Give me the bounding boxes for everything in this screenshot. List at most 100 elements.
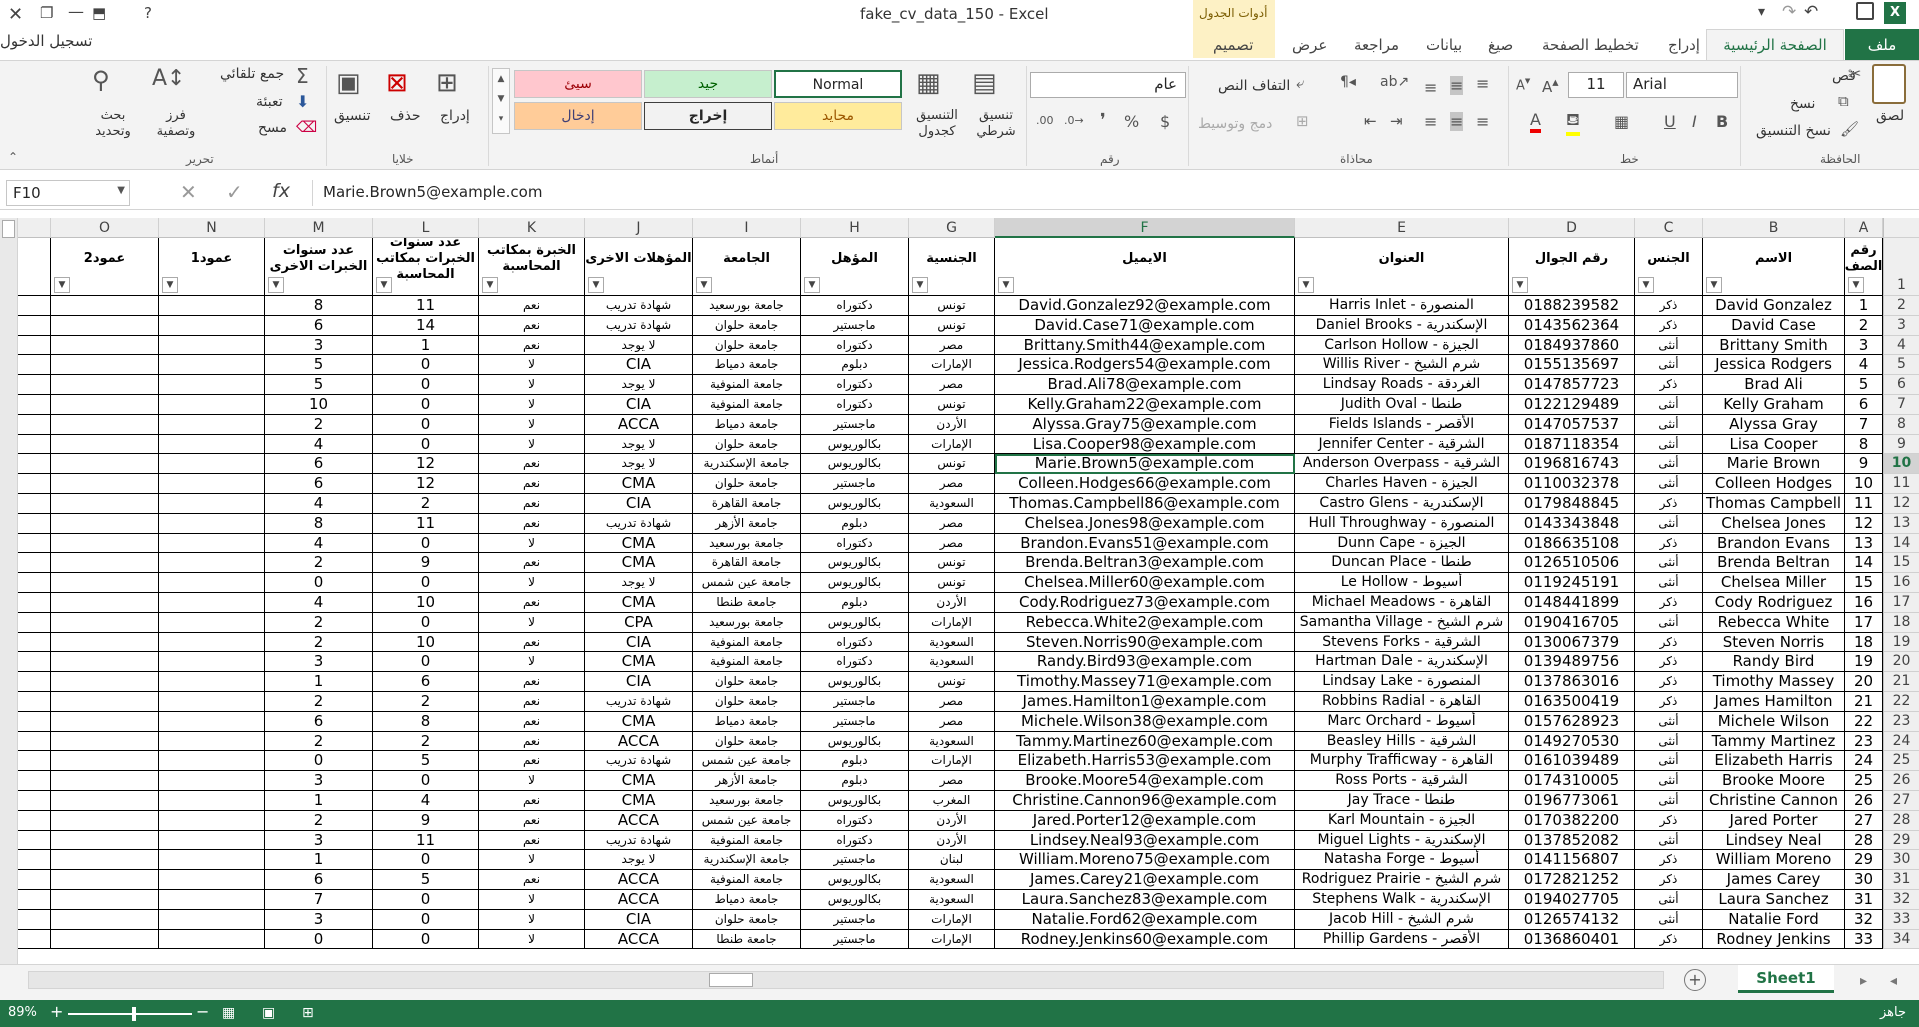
cell-d[interactable]: 0148441899 bbox=[1509, 593, 1635, 613]
cell-f[interactable]: Michele.Wilson38@example.com bbox=[995, 711, 1295, 732]
cell-c[interactable]: أنثى bbox=[1635, 909, 1703, 930]
cell-empty[interactable] bbox=[51, 830, 159, 851]
column-header-k[interactable]: K bbox=[479, 218, 585, 238]
cell-e[interactable]: Michael Meadows - القاهرة bbox=[1295, 593, 1509, 613]
decrease-font-icon[interactable]: A▾ bbox=[1516, 74, 1530, 93]
cell-m[interactable]: 2 bbox=[265, 692, 373, 712]
zoom-level[interactable]: 89% bbox=[8, 1005, 37, 1020]
vertical-scroll-thumb[interactable] bbox=[2, 220, 15, 238]
cell-l[interactable]: 0 bbox=[373, 355, 479, 376]
cell-m[interactable]: 2 bbox=[265, 612, 373, 633]
cell-j[interactable]: شهادة تدريب bbox=[585, 751, 693, 772]
cell-j[interactable]: CMA bbox=[585, 533, 693, 554]
italic-icon[interactable]: I bbox=[1692, 112, 1697, 131]
cell-j[interactable]: ACCA bbox=[585, 870, 693, 890]
wrap-text-button[interactable]: التفاف النص bbox=[1218, 78, 1290, 94]
cell-i[interactable]: جامعة عين شمس bbox=[693, 573, 801, 593]
cell-h[interactable]: بكالوريوس bbox=[801, 454, 909, 475]
cell-h[interactable]: دكتوراه bbox=[801, 533, 909, 554]
cell-b[interactable]: Jared Porter bbox=[1703, 810, 1845, 831]
cell-i[interactable]: جامعة المنوفية bbox=[693, 375, 801, 395]
cell-k[interactable]: نعم bbox=[479, 593, 585, 613]
cell-m[interactable]: 3 bbox=[265, 771, 373, 791]
styles-scroll-icon[interactable]: ▲ ▼ ▾ bbox=[492, 68, 510, 134]
cell-a[interactable]: 8 bbox=[1845, 434, 1883, 455]
cell-a[interactable]: 17 bbox=[1845, 612, 1883, 633]
cell-empty[interactable] bbox=[51, 632, 159, 653]
cell-m[interactable]: 2 bbox=[265, 810, 373, 831]
cell-g[interactable]: الأردن bbox=[909, 593, 995, 613]
cell-d[interactable]: 0194027705 bbox=[1509, 890, 1635, 910]
cell-empty[interactable] bbox=[51, 434, 159, 455]
row-header[interactable]: 25 bbox=[1883, 751, 1919, 772]
cell-m[interactable]: 3 bbox=[265, 909, 373, 930]
cell-j[interactable]: CPA bbox=[585, 612, 693, 633]
cell-i[interactable]: جامعة طنطا bbox=[693, 593, 801, 613]
filter-dropdown-icon[interactable]: ▼ bbox=[912, 277, 928, 293]
cell-empty[interactable] bbox=[159, 830, 265, 851]
cell-c[interactable]: أنثى bbox=[1635, 573, 1703, 593]
cell-l[interactable]: 4 bbox=[373, 791, 479, 811]
cell-c[interactable]: ذكر bbox=[1635, 929, 1703, 950]
add-sheet-icon[interactable]: + bbox=[1684, 969, 1706, 991]
cell-empty[interactable] bbox=[51, 474, 159, 494]
cell-h[interactable]: دكتوراه bbox=[801, 375, 909, 395]
cell-f[interactable]: Alyssa.Gray75@example.com bbox=[995, 414, 1295, 435]
cell-empty[interactable] bbox=[159, 672, 265, 692]
cell-empty[interactable] bbox=[159, 870, 265, 890]
cell-f[interactable]: Brad.Ali78@example.com bbox=[995, 375, 1295, 395]
cell-j[interactable]: CIA bbox=[585, 355, 693, 376]
cell-d[interactable]: 0147857723 bbox=[1509, 375, 1635, 395]
style-output[interactable]: إخراج bbox=[644, 102, 772, 130]
cell-l[interactable]: 11 bbox=[373, 513, 479, 534]
decrease-indent-icon[interactable]: ⇤ bbox=[1364, 112, 1377, 130]
cell-i[interactable]: جامعة بورسعيد bbox=[693, 791, 801, 811]
cell-d[interactable]: 0188239582 bbox=[1509, 296, 1635, 316]
cell-empty[interactable] bbox=[159, 355, 265, 376]
cell-i[interactable]: جامعة القاهرة bbox=[693, 553, 801, 574]
cell-i[interactable]: جامعة حلوان bbox=[693, 909, 801, 930]
cell-c[interactable]: ذكر bbox=[1635, 810, 1703, 831]
cell-d[interactable]: 0137852082 bbox=[1509, 830, 1635, 851]
cell-e[interactable]: Stephens Walk - الإسكندرية bbox=[1295, 890, 1509, 910]
cell-m[interactable]: 0 bbox=[265, 929, 373, 950]
cell-d[interactable]: 0184937860 bbox=[1509, 335, 1635, 356]
cell-l[interactable]: 0 bbox=[373, 434, 479, 455]
format-cells-button[interactable]: تنسيق bbox=[334, 108, 371, 124]
row-header[interactable]: 24 bbox=[1883, 731, 1919, 752]
cell-i[interactable]: جامعة المنوفية bbox=[693, 870, 801, 890]
tab-design[interactable]: تصميم bbox=[1213, 33, 1253, 57]
wrap-text-icon[interactable]: ⤶ bbox=[1296, 74, 1304, 92]
cell-j[interactable]: ACCA bbox=[585, 890, 693, 910]
cell-a[interactable]: 24 bbox=[1845, 751, 1883, 772]
paste-icon[interactable] bbox=[1872, 64, 1906, 104]
cell-a[interactable]: 12 bbox=[1845, 513, 1883, 534]
insert-function-icon[interactable]: fx bbox=[272, 180, 290, 202]
fill-icon[interactable]: ⬇ bbox=[296, 92, 309, 111]
cell-f[interactable]: James.Carey21@example.com bbox=[995, 870, 1295, 890]
cell-i[interactable]: جامعة المنوفية bbox=[693, 830, 801, 851]
cell-i[interactable]: جامعة حلوان bbox=[693, 434, 801, 455]
cell-a[interactable]: 23 bbox=[1845, 731, 1883, 752]
cell-l[interactable]: 0 bbox=[373, 533, 479, 554]
cell-i[interactable]: جامعة عين شمس bbox=[693, 751, 801, 772]
cell-m[interactable]: 4 bbox=[265, 434, 373, 455]
cell-f[interactable]: David.Case71@example.com bbox=[995, 315, 1295, 336]
cell-h[interactable]: بكالوريوس bbox=[801, 791, 909, 811]
cell-e[interactable]: Harris Inlet - المنصورة bbox=[1295, 296, 1509, 316]
cell-empty[interactable] bbox=[159, 513, 265, 534]
row-header[interactable]: 12 bbox=[1883, 494, 1919, 514]
cell-i[interactable]: جامعة بورسعيد bbox=[693, 612, 801, 633]
cell-g[interactable]: مصر bbox=[909, 771, 995, 791]
row-header[interactable]: 17 bbox=[1883, 593, 1919, 613]
number-format-select[interactable]: عام bbox=[1030, 72, 1186, 98]
cell-empty[interactable] bbox=[51, 612, 159, 633]
cell-empty[interactable] bbox=[51, 751, 159, 772]
row-header[interactable]: 7 bbox=[1883, 395, 1919, 415]
cell-c[interactable]: أنثى bbox=[1635, 335, 1703, 356]
cell-l[interactable]: 12 bbox=[373, 474, 479, 494]
underline-icon[interactable]: U bbox=[1664, 112, 1676, 131]
cell-i[interactable]: جامعة دمياط bbox=[693, 355, 801, 376]
cell-c[interactable]: ذكر bbox=[1635, 870, 1703, 890]
cell-c[interactable]: ذكر bbox=[1635, 375, 1703, 395]
